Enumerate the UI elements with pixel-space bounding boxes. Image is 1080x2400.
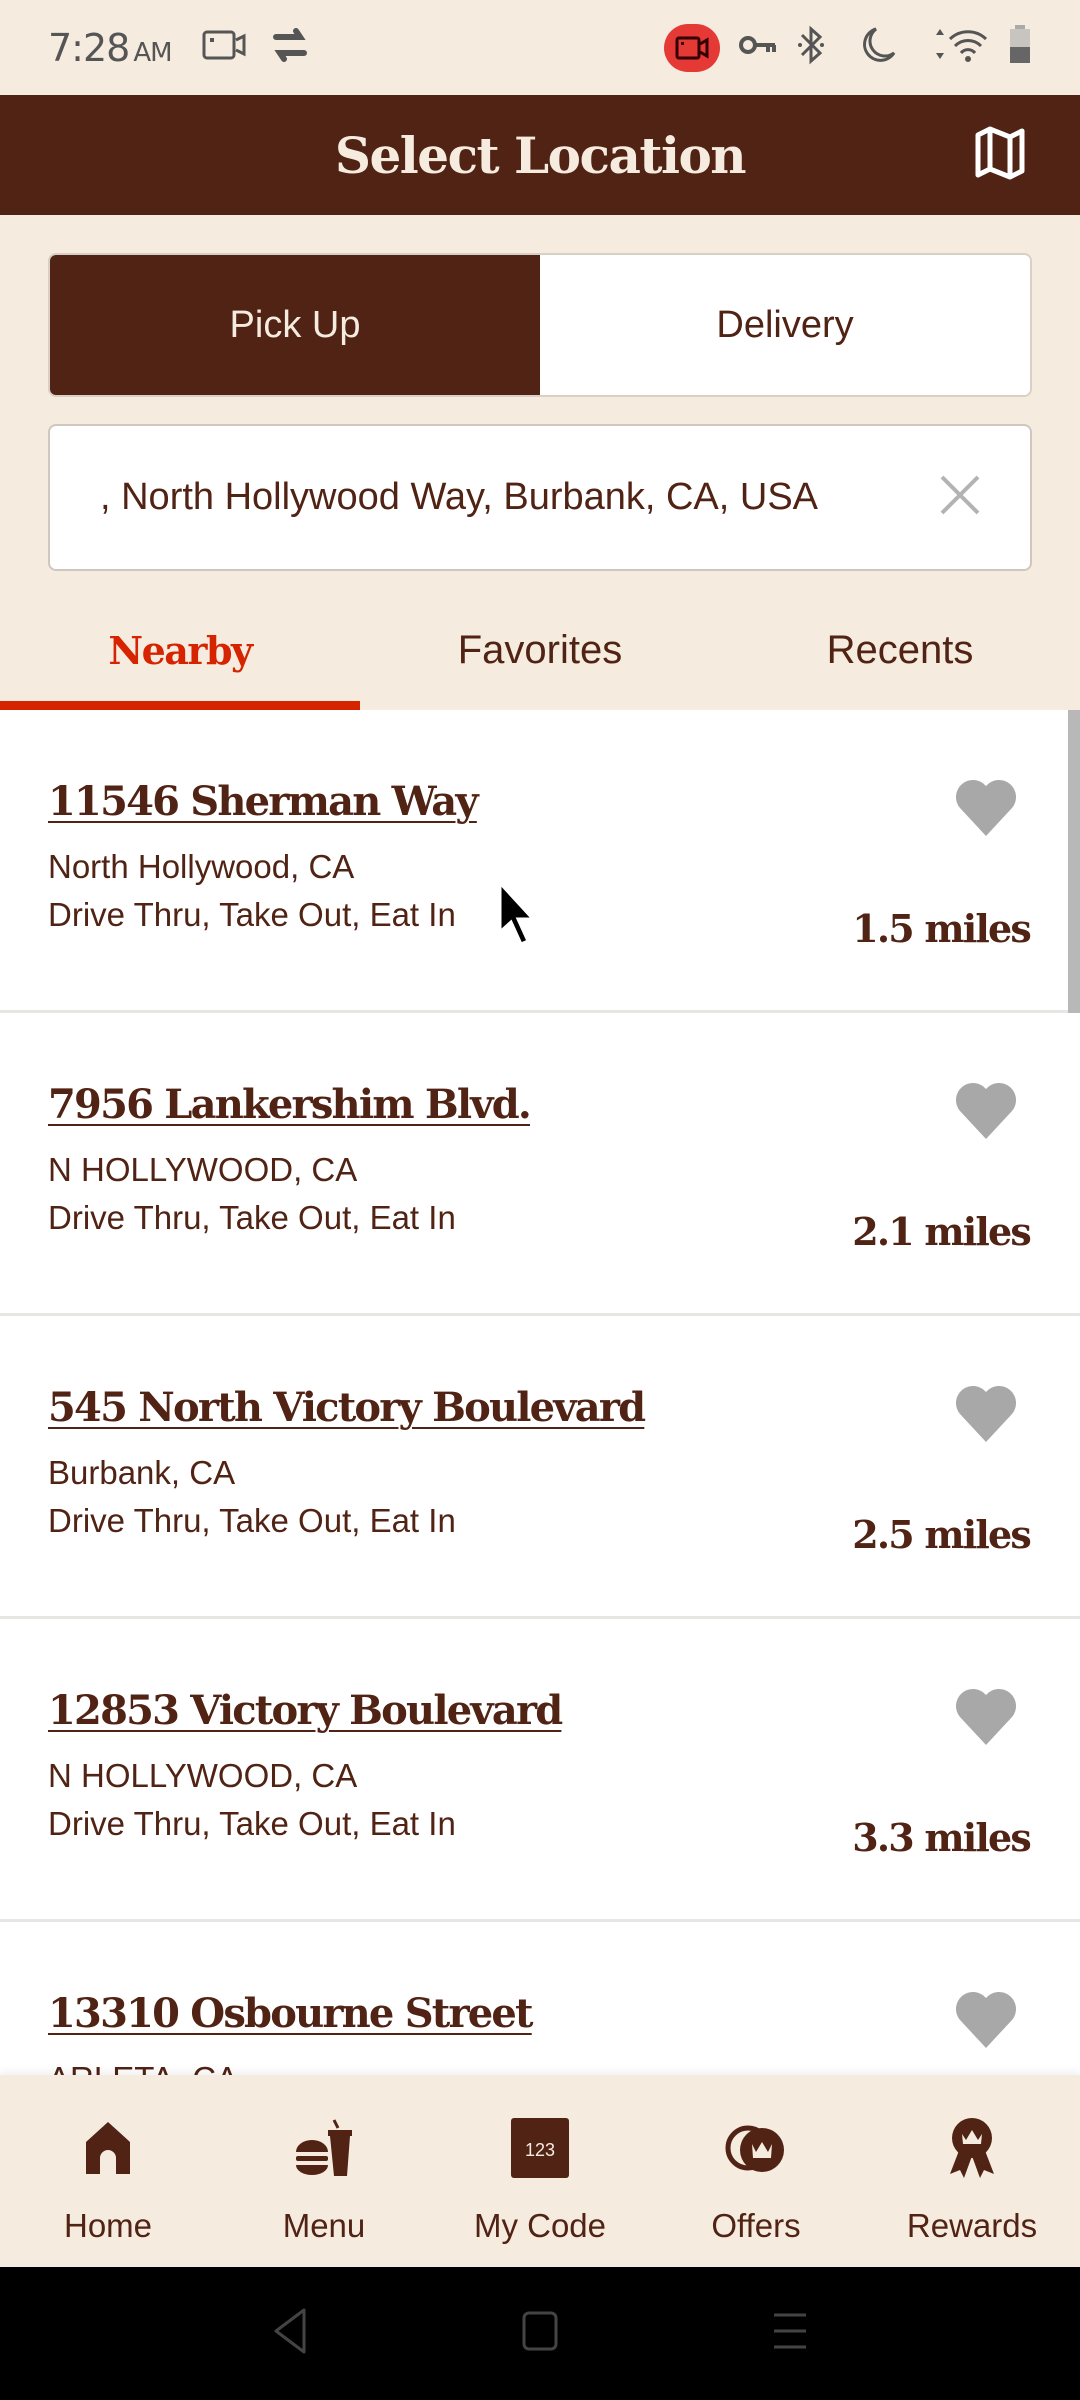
location-distance: 2.5 miles xyxy=(852,1512,1032,1557)
heart-icon xyxy=(954,1385,1018,1448)
favorite-button[interactable] xyxy=(954,778,1018,838)
app-header: Select Location xyxy=(0,95,1080,215)
location-row[interactable]: 11546 Sherman Way North Hollywood, CA Dr… xyxy=(0,710,1080,1013)
location-city: N HOLLYWOOD, CA xyxy=(48,1757,358,1794)
rewards-ribbon-icon xyxy=(937,2113,1007,2183)
favorite-button[interactable] xyxy=(954,1990,1018,2050)
nav-offers[interactable]: Offers xyxy=(648,2075,864,2267)
battery-icon xyxy=(1008,25,1032,70)
favorite-button[interactable] xyxy=(954,1687,1018,1747)
location-tabs: Nearby Favorites Recents xyxy=(0,590,1080,710)
location-name-link[interactable]: 7956 Lankershim Blvd. xyxy=(48,1081,532,1128)
nav-rewards[interactable]: Rewards xyxy=(864,2075,1080,2267)
tab-recents[interactable]: Recents xyxy=(720,590,1080,710)
offers-crown-icon xyxy=(721,2113,791,2183)
location-city: North Hollywood, CA xyxy=(48,848,355,885)
address-search-input[interactable] xyxy=(100,476,930,519)
location-row[interactable]: 12853 Victory Boulevard N HOLLYWOOD, CA … xyxy=(0,1619,1080,1922)
time-value: 7:28 xyxy=(48,25,130,70)
delivery-option[interactable]: Delivery xyxy=(540,255,1030,395)
location-city: N HOLLYWOOD, CA xyxy=(48,1151,358,1188)
close-icon xyxy=(938,473,982,522)
status-time: 7:28 AM xyxy=(48,25,173,70)
nav-label: Offers xyxy=(711,2207,801,2244)
location-row[interactable]: 7956 Lankershim Blvd. N HOLLYWOOD, CA Dr… xyxy=(0,1013,1080,1316)
nav-label: My Code xyxy=(473,2207,607,2244)
mouse-cursor-icon xyxy=(497,879,537,950)
order-type-toggle: Pick Up Delivery xyxy=(48,253,1032,397)
location-city: Burbank, CA xyxy=(48,1454,236,1491)
back-icon[interactable] xyxy=(270,2306,310,2361)
time-ampm: AM xyxy=(133,37,172,68)
code-icon-text: 123 xyxy=(525,2140,555,2160)
map-view-button[interactable] xyxy=(968,123,1032,187)
recording-indicator-icon xyxy=(664,23,720,72)
favorite-button[interactable] xyxy=(954,1081,1018,1141)
nav-home[interactable]: Home xyxy=(0,2075,216,2267)
heart-icon xyxy=(954,779,1018,842)
heart-icon xyxy=(954,1082,1018,1145)
location-name-link[interactable]: 11546 Sherman Way xyxy=(48,778,479,825)
nav-label: Rewards xyxy=(906,2207,1038,2244)
do-not-disturb-icon xyxy=(858,25,898,70)
location-row[interactable]: 13310 Osbourne Street ARLETA, CA xyxy=(0,1922,1080,2075)
bluetooth-icon xyxy=(796,25,826,70)
location-distance: 3.3 miles xyxy=(852,1815,1032,1860)
location-name-link[interactable]: 545 North Victory Boulevard xyxy=(48,1384,646,1431)
location-name-link[interactable]: 12853 Victory Boulevard xyxy=(48,1687,563,1734)
location-name-link[interactable]: 13310 Osbourne Street xyxy=(48,1990,534,2037)
sync-icon xyxy=(270,27,310,68)
location-list[interactable]: 11546 Sherman Way North Hollywood, CA Dr… xyxy=(0,710,1080,2075)
location-row[interactable]: 545 North Victory Boulevard Burbank, CA … xyxy=(0,1316,1080,1619)
wifi-icon xyxy=(930,25,990,70)
tab-favorites[interactable]: Favorites xyxy=(360,590,720,710)
nav-label: Home xyxy=(63,2207,153,2244)
location-services: Drive Thru, Take Out, Eat In xyxy=(48,1199,456,1236)
location-search xyxy=(48,424,1032,571)
location-distance: 1.5 miles xyxy=(852,906,1032,951)
location-services: Drive Thru, Take Out, Eat In xyxy=(48,896,456,933)
bottom-navigation: Home Menu 123 My Code Offers Rewards xyxy=(0,2075,1080,2267)
location-services: Drive Thru, Take Out, Eat In xyxy=(48,1502,456,1539)
recents-icon[interactable] xyxy=(770,2309,810,2358)
status-bar: 7:28 AM xyxy=(0,0,1080,95)
home-button-icon[interactable] xyxy=(520,2309,560,2358)
location-city: ARLETA, CA xyxy=(48,2060,238,2075)
location-services: Drive Thru, Take Out, Eat In xyxy=(48,1805,456,1842)
nav-my-code[interactable]: 123 My Code xyxy=(432,2075,648,2267)
home-icon xyxy=(73,2113,143,2183)
nav-menu[interactable]: Menu xyxy=(216,2075,432,2267)
list-scrollbar[interactable] xyxy=(1068,710,1080,1013)
heart-icon xyxy=(954,1688,1018,1751)
system-navigation-bar xyxy=(0,2267,1080,2400)
clear-search-button[interactable] xyxy=(930,468,990,528)
burger-drink-icon xyxy=(289,2113,359,2183)
pick-up-option[interactable]: Pick Up xyxy=(50,255,540,395)
favorite-button[interactable] xyxy=(954,1384,1018,1444)
page-title: Select Location xyxy=(334,125,747,185)
map-icon xyxy=(972,125,1028,186)
screen-record-icon xyxy=(202,28,246,67)
code-123-icon: 123 xyxy=(505,2113,575,2183)
location-distance: 2.1 miles xyxy=(852,1209,1032,1254)
vpn-key-icon xyxy=(738,30,778,65)
heart-icon xyxy=(954,1991,1018,2054)
nav-label: Menu xyxy=(282,2207,366,2244)
tab-nearby[interactable]: Nearby xyxy=(0,590,360,710)
